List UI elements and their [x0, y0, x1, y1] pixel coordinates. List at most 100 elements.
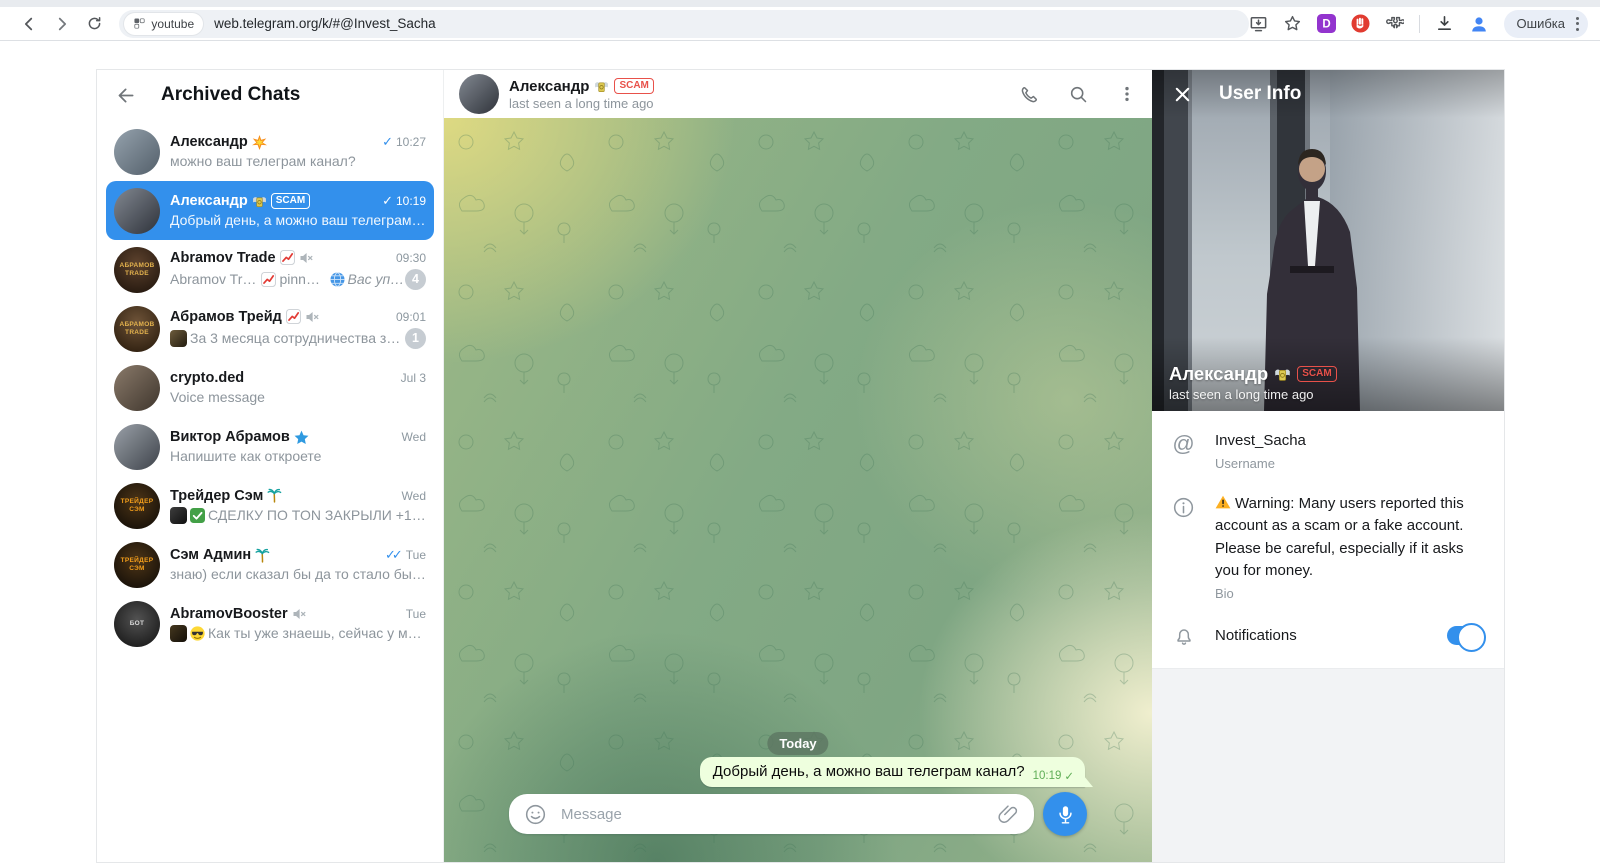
- chat-preview: Как ты уже знаешь, сейчас у меня ...: [170, 624, 426, 642]
- downloads-icon[interactable]: [1435, 14, 1454, 33]
- chat-list-item-4[interactable]: АБРАМОВ TRADE Абрамов Трейд 09:01 За 3 м…: [106, 299, 434, 358]
- tab-group-chip[interactable]: youtube: [124, 12, 204, 35]
- chat-name: Abramov Trade: [170, 249, 276, 266]
- chat-list-sidebar: Archived Chats Александр ✓ 10:27 можно в…: [97, 70, 444, 862]
- read-check-icon: ✓: [382, 134, 393, 149]
- money-wings-emoji: [594, 79, 609, 94]
- profile-avatar-icon[interactable]: [1469, 14, 1489, 34]
- browser-chrome: youtube web.telegram.org/k/#@Invest_Sach…: [0, 0, 1600, 41]
- chart-up-emoji: [285, 309, 301, 324]
- bio-row[interactable]: Warning: Many users reported this accoun…: [1152, 482, 1504, 612]
- browser-menu-icon[interactable]: [1574, 15, 1581, 33]
- sunglasses-emoji: [190, 625, 205, 641]
- read-check-icon: ✓: [382, 193, 393, 208]
- bell-icon: [1176, 629, 1191, 645]
- telegram-app: Archived Chats Александр ✓ 10:27 можно в…: [96, 69, 1505, 863]
- profile-photo[interactable]: User Info Александр SCAM last seen a lon…: [1152, 70, 1504, 411]
- voice-record-button[interactable]: [1043, 792, 1087, 836]
- user-info-topbar: User Info: [1152, 70, 1504, 118]
- search-icon[interactable]: [1068, 84, 1089, 105]
- chat-list-item-1[interactable]: Александр ✓ 10:27 можно ваш телеграм кан…: [106, 122, 434, 181]
- attach-paperclip-icon[interactable]: [997, 803, 1019, 825]
- sidebar-header: Archived Chats: [97, 70, 443, 120]
- media-thumbnail: [170, 506, 187, 524]
- browser-profile-chip[interactable]: Ошибка: [1503, 9, 1588, 38]
- chat-name: AbramovBooster: [170, 605, 288, 622]
- chat-time: 09:30: [395, 250, 426, 265]
- user-info-panel: User Info Александр SCAM last seen a lon…: [1152, 70, 1504, 862]
- message-input-pill[interactable]: [509, 794, 1034, 834]
- chat-name: Александр: [170, 134, 248, 150]
- chat-name: Трейдер Сэм: [170, 487, 264, 504]
- at-icon: @: [1172, 431, 1195, 456]
- chat-list-item-7[interactable]: ТРЕЙДЕР СЭМ Трейдер Сэм Wed СДЕЛКУ ПО TO…: [106, 476, 434, 535]
- panel-background: [1152, 668, 1504, 862]
- tab-group-icon: [134, 18, 145, 29]
- outgoing-message-bubble[interactable]: Добрый день, а можно ваш телеграм канал?…: [699, 757, 1094, 787]
- chat-list-item-5[interactable]: crypto.ded Jul 3 Voice message: [106, 358, 434, 417]
- chat-preview: Напишите как откроете: [170, 448, 322, 464]
- chat-preview: Abramov Trade pinned " Вас упо...: [170, 271, 405, 287]
- chat-list-item-9[interactable]: БОТ AbramovBooster Tue Как ты уже знаешь…: [106, 594, 434, 653]
- install-app-icon[interactable]: [1249, 14, 1268, 33]
- call-icon[interactable]: [1019, 84, 1040, 105]
- avatar-label: АБРАМОВ TRADE: [119, 320, 155, 336]
- address-bar[interactable]: youtube web.telegram.org/k/#@Invest_Sach…: [119, 9, 1249, 38]
- username-row[interactable]: @ Invest_Sacha Username: [1152, 419, 1504, 482]
- chat-header[interactable]: Александр SCAM last seen a long time ago: [444, 70, 1152, 118]
- chat-column: Александр SCAM last seen a long time ago: [444, 70, 1152, 862]
- back-arrow-icon[interactable]: [116, 85, 137, 106]
- bio-label: Bio: [1215, 585, 1234, 601]
- money-wings-emoji: [252, 194, 267, 209]
- profile-name: Александр: [1169, 363, 1269, 384]
- username-label: Username: [1215, 455, 1275, 471]
- unread-badge: 1: [405, 327, 426, 349]
- chat-avatar: [114, 423, 160, 470]
- message-input[interactable]: [559, 804, 985, 824]
- notifications-row[interactable]: Notifications: [1152, 612, 1504, 663]
- chat-list-item-3[interactable]: АБРАМОВ TRADE Abramov Trade 09:30 Abramo…: [106, 240, 434, 299]
- avatar-label: ТРЕЙДЕР СЭМ: [120, 497, 154, 513]
- chat-list-item-8[interactable]: ТРЕЙДЕР СЭМ Сэм Админ ✓✓ Tue знаю) если …: [106, 535, 434, 594]
- palm-emoji: [255, 548, 270, 563]
- money-wings-emoji: [1274, 366, 1291, 383]
- scam-badge: SCAM: [270, 193, 311, 209]
- chat-avatar: АБРАМОВ TRADE: [114, 246, 160, 293]
- chat-header-avatar[interactable]: [459, 74, 499, 114]
- profile-name-block: Александр SCAM last seen a long time ago: [1152, 337, 1504, 411]
- chat-avatar: ТРЕЙДЕР СЭМ: [114, 541, 160, 588]
- more-menu-icon[interactable]: [1117, 84, 1137, 104]
- close-icon[interactable]: [1173, 85, 1192, 104]
- chat-time: Tue: [405, 606, 426, 621]
- muted-icon: [292, 607, 306, 621]
- extension-d-icon[interactable]: D: [1316, 14, 1336, 33]
- globe-emoji: [330, 271, 345, 287]
- chat-preview: За 3 месяца сотрудничества зар...: [170, 329, 405, 347]
- chat-list-item-2[interactable]: Александр SCAM ✓ 10:19 Добрый день, а мож…: [106, 181, 434, 240]
- bookmark-star-icon[interactable]: [1283, 14, 1302, 33]
- message-sent-check-icon: ✓: [1064, 771, 1074, 783]
- chat-time: 09:01: [395, 309, 426, 324]
- muted-icon: [299, 251, 313, 265]
- browser-toolbar: youtube web.telegram.org/k/#@Invest_Sach…: [0, 7, 1600, 40]
- adblock-hand-icon[interactable]: [1351, 14, 1370, 33]
- chat-preview: можно ваш телеграм канал?: [170, 153, 356, 169]
- forward-icon[interactable]: [45, 9, 78, 39]
- palm-emoji: [267, 488, 282, 503]
- notifications-toggle[interactable]: [1447, 623, 1486, 653]
- chat-avatar: ТРЕЙДЕР СЭМ: [114, 482, 160, 529]
- chat-list-item-6[interactable]: Виктор Абрамов Wed Напишите как откроете: [106, 417, 434, 476]
- emoji-smiley-icon[interactable]: [524, 803, 547, 826]
- profile-status: last seen a long time ago: [1169, 387, 1314, 402]
- chat-name: Сэм Админ: [170, 547, 252, 563]
- url-text[interactable]: web.telegram.org/k/#@Invest_Sacha: [214, 16, 436, 31]
- scam-badge: SCAM: [1297, 366, 1337, 382]
- chat-name: crypto.ded: [170, 370, 245, 386]
- chat-name: Виктор Абрамов: [170, 429, 290, 445]
- warning-icon: [1215, 495, 1231, 509]
- back-icon[interactable]: [12, 9, 45, 39]
- extensions-puzzle-icon[interactable]: [1385, 14, 1404, 33]
- blue-star-emoji: [294, 430, 309, 445]
- reload-icon[interactable]: [78, 9, 111, 39]
- chart-up-emoji: [279, 250, 295, 265]
